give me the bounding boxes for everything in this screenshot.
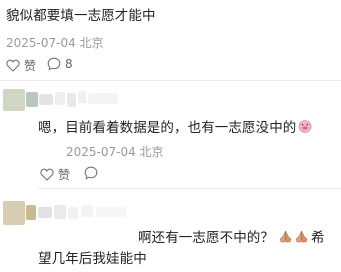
avatar[interactable] — [3, 89, 25, 111]
reply1-meta: 2025-07-04 北京 — [66, 145, 164, 159]
reply2-text-line1: 啊还有一志愿不中的？ 希 — [138, 226, 325, 246]
comment-icon — [47, 57, 61, 71]
heart-icon — [6, 59, 20, 72]
post-text: 貌似都要填一志愿才能中 — [6, 8, 156, 24]
post-comment-button[interactable]: 8 — [47, 57, 73, 71]
like-label: 赞 — [24, 59, 37, 73]
reply1-comment-button[interactable] — [84, 166, 98, 180]
reply1-text: 嗯，目前看着数据是的，也有一志愿没中的 — [38, 120, 297, 136]
like-label: 赞 — [58, 168, 71, 182]
divider — [38, 188, 341, 189]
reply2-text-tail: 希 — [311, 230, 325, 246]
post-meta: 2025-07-04 北京 — [6, 36, 104, 50]
reply2-author-blurred — [3, 199, 133, 227]
heart-icon — [40, 168, 54, 181]
comment-icon — [84, 166, 98, 180]
divider — [0, 80, 341, 81]
comment-count: 8 — [65, 57, 73, 71]
post-like-button[interactable]: 赞 — [6, 57, 36, 74]
reply2-text-line2: 望几年后我娃能中 — [38, 251, 147, 267]
reply1-like-button[interactable]: 赞 — [40, 166, 70, 183]
pig-face-emoji-icon — [298, 119, 312, 133]
avatar[interactable] — [3, 201, 25, 225]
reply2-text: 啊还有一志愿不中的？ — [138, 230, 274, 246]
reply1-author-blurred — [3, 89, 153, 111]
praying-hands-emoji-icon — [278, 230, 309, 243]
reply1-text-line: 嗯，目前看着数据是的，也有一志愿没中的 — [38, 116, 312, 136]
